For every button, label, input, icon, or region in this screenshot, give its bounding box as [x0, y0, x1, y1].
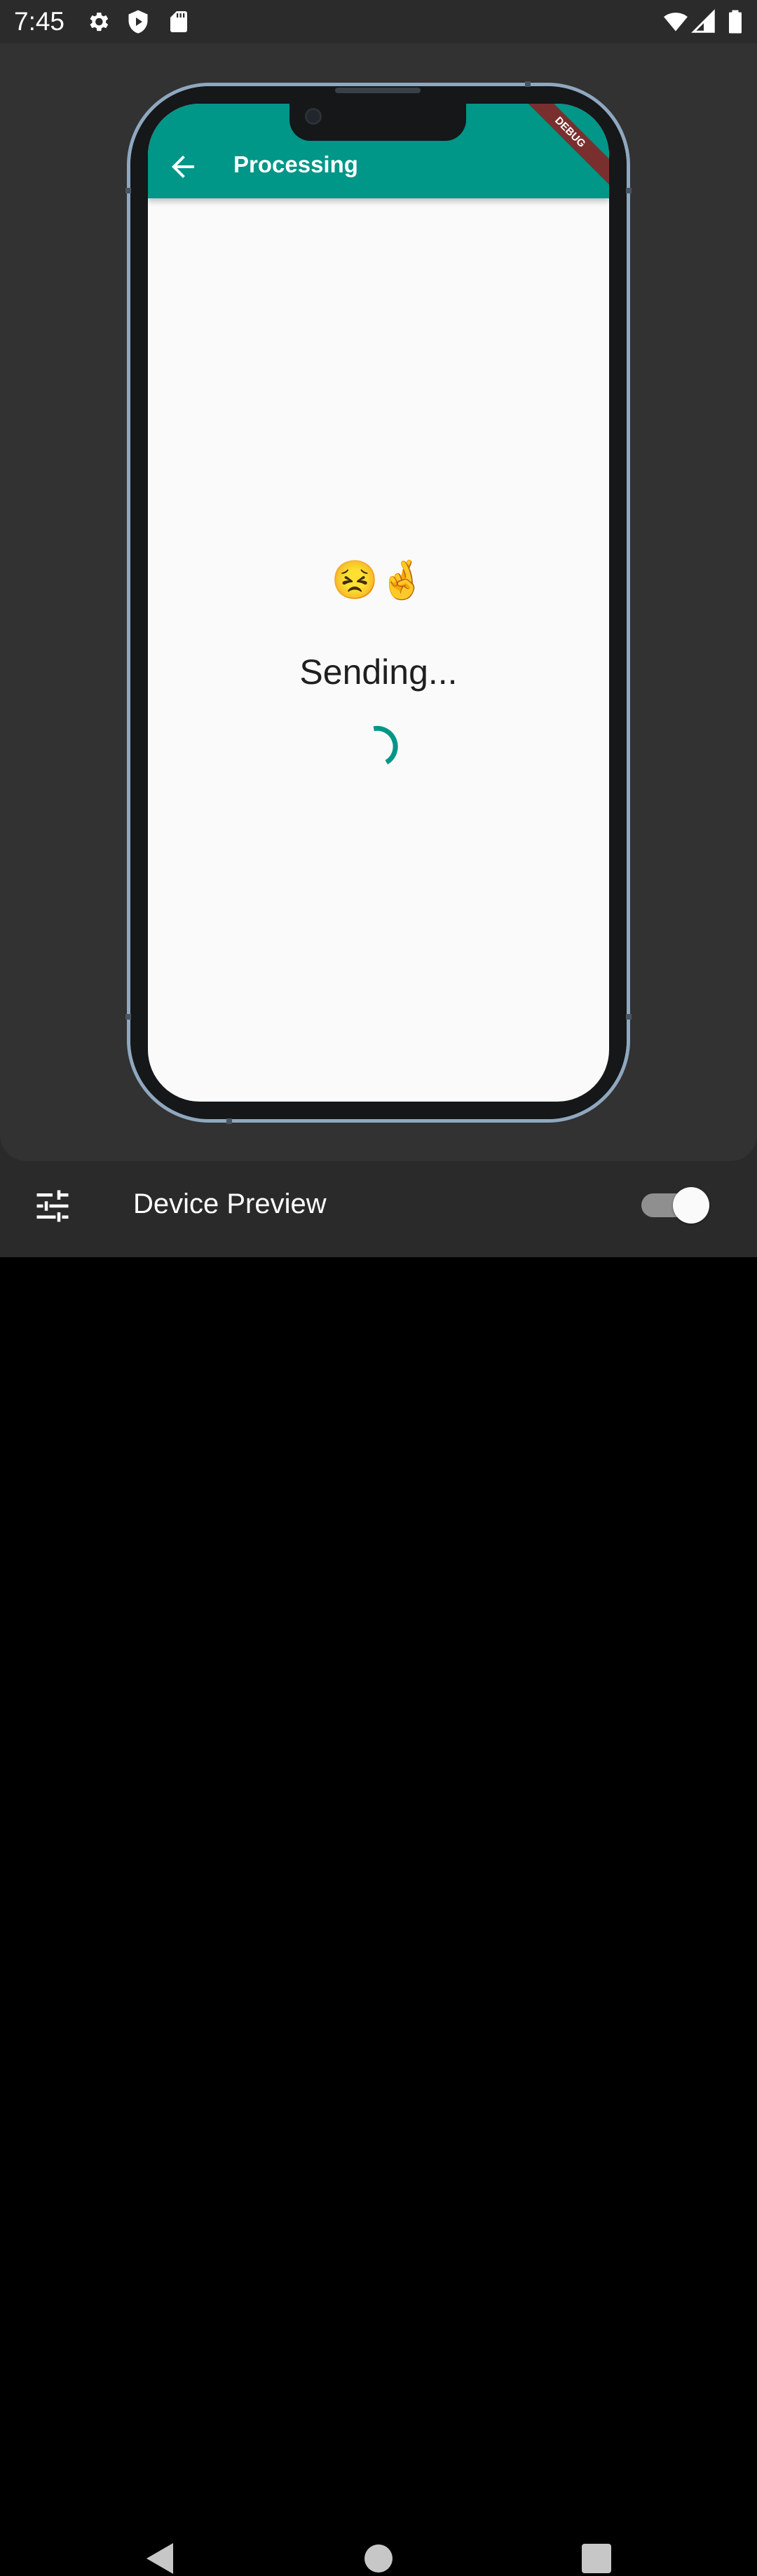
battery-icon: [729, 10, 742, 34]
phone-screen: Processing DEBUG 😣🤞 Sending...: [148, 104, 609, 1102]
shield-play-icon: [128, 10, 148, 34]
tune-icon[interactable]: [34, 1188, 71, 1224]
toggle-thumb: [673, 1187, 709, 1224]
navigation-bar: [0, 1257, 757, 2574]
recents-square-icon[interactable]: [582, 2544, 611, 2573]
speaker-grille: [335, 88, 421, 93]
sending-status-text: Sending...: [299, 652, 458, 692]
back-triangle-icon[interactable]: [144, 2541, 175, 2576]
side-button: [226, 1118, 232, 1124]
sd-card-icon: [170, 11, 187, 32]
wifi-icon: [664, 13, 688, 32]
camera-icon: [305, 108, 322, 125]
home-circle-icon[interactable]: [364, 2544, 393, 2572]
status-bar: 7:45: [0, 0, 757, 43]
status-emojis: 😣🤞: [331, 559, 426, 601]
loading-spinner: [373, 725, 398, 765]
side-button: [626, 1014, 632, 1020]
device-preview-toggle[interactable]: [641, 1187, 711, 1224]
status-time: 7:45: [14, 7, 65, 36]
arrow-back-icon[interactable]: [166, 150, 200, 184]
page-title: Processing: [233, 151, 358, 177]
gear-icon: [90, 12, 109, 32]
debug-banner: DEBUG: [514, 104, 609, 189]
signal-icon: [691, 9, 715, 33]
device-preview-label: Device Preview: [133, 1188, 327, 1219]
side-button: [525, 81, 531, 87]
side-button: [125, 188, 131, 193]
side-button: [125, 1014, 131, 1020]
side-button: [626, 188, 632, 193]
